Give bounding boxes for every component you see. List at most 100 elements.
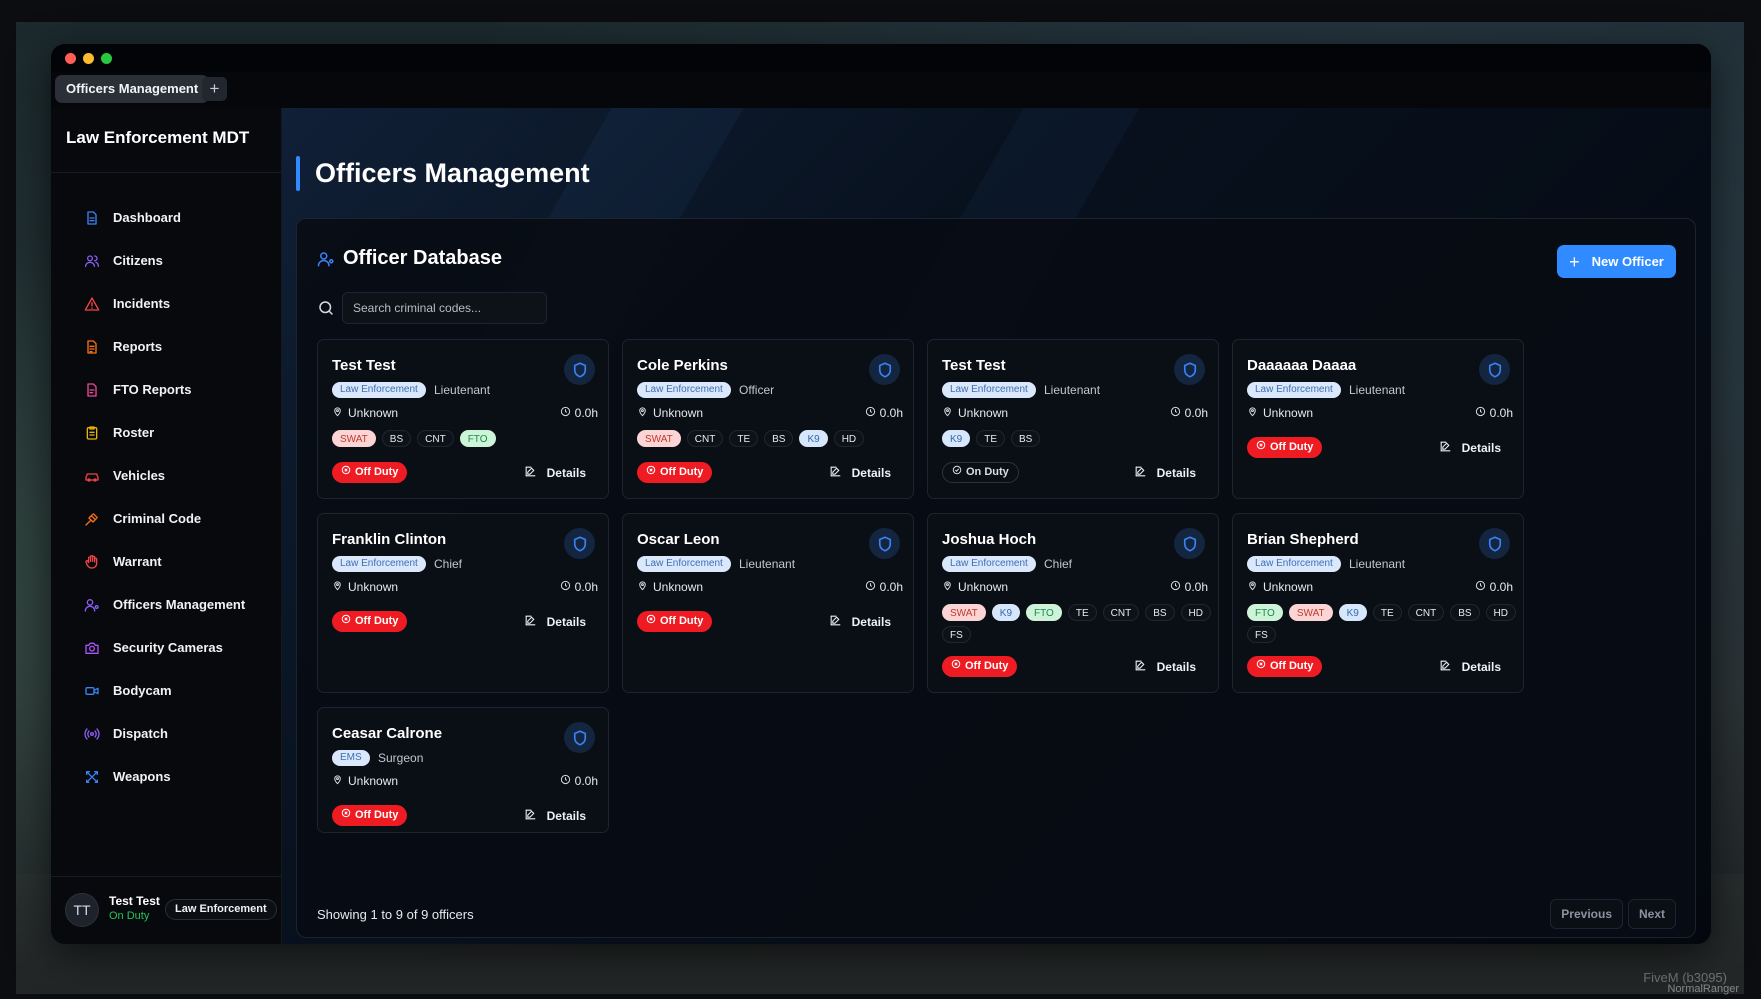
clock-icon <box>560 580 571 594</box>
new-officer-button[interactable]: + New Officer <box>1557 245 1676 278</box>
duty-status-badge: Off Duty <box>1247 437 1323 458</box>
details-button[interactable]: Details <box>524 808 586 824</box>
officer-rank: Surgeon <box>378 751 424 765</box>
department-badge: Law Enforcement <box>942 556 1036 572</box>
details-label: Details <box>1156 466 1196 480</box>
sidebar-item-security-cameras[interactable]: Security Cameras <box>51 626 282 669</box>
sidebar-item-incidents[interactable]: Incidents <box>51 282 282 325</box>
details-button[interactable]: Details <box>524 465 586 481</box>
sidebar-item-vehicles[interactable]: Vehicles <box>51 454 282 497</box>
close-dot[interactable] <box>65 53 76 64</box>
location: Unknown <box>942 580 1008 594</box>
next-button[interactable]: Next <box>1627 899 1676 929</box>
officer-grid: Test Test Law Enforcement Lieutenant Unknow… <box>317 339 1677 839</box>
officer-card[interactable]: Ceasar Calrone EMS Surgeon Unknown 0.0h Off D… <box>317 707 609 833</box>
edit-icon <box>829 614 842 630</box>
sidebar-item-label: FTO Reports <box>113 382 192 397</box>
search-input[interactable] <box>342 292 547 324</box>
officer-card[interactable]: Joshua Hoch Law Enforcement Chief Unknown 0.… <box>927 513 1219 693</box>
details-label: Details <box>546 615 586 629</box>
sidebar-item-warrant[interactable]: Warrant <box>51 540 282 583</box>
details-button[interactable]: Details <box>1134 659 1196 675</box>
sidebar-divider <box>51 172 282 173</box>
edit-icon <box>829 465 842 481</box>
tag-k9: K9 <box>942 430 971 447</box>
tag-te: TE <box>976 430 1006 447</box>
location-text: Unknown <box>653 406 704 420</box>
officer-card[interactable]: Test Test Law Enforcement Lieutenant Unknow… <box>927 339 1219 499</box>
tag-fto: FTO <box>1247 604 1283 621</box>
tab-officers-management[interactable]: Officers Management <box>55 75 210 103</box>
officer-card[interactable]: Brian Shepherd Law Enforcement Lieutenant U… <box>1232 513 1524 693</box>
user-name: Test Test <box>109 894 160 908</box>
details-button[interactable]: Details <box>1439 659 1501 675</box>
location-text: Unknown <box>1263 406 1314 420</box>
check-circle-icon <box>952 463 962 482</box>
certification-tags: SWAT K9 FTO TE CNT BS HD FS <box>942 604 1212 643</box>
officer-card[interactable]: Franklin Clinton Law Enforcement Chief Unkn… <box>317 513 609 693</box>
duty-status-label: Off Duty <box>660 615 704 627</box>
duty-status-label: Off Duty <box>355 466 399 478</box>
user-cog-icon <box>317 250 335 268</box>
officer-rank: Lieutenant <box>1349 383 1406 397</box>
sidebar-item-citizens[interactable]: Citizens <box>51 239 282 282</box>
duty-status-label: Off Duty <box>660 466 704 478</box>
avatar[interactable]: TT <box>65 893 99 927</box>
details-button[interactable]: Details <box>1439 440 1501 456</box>
department-badge: Law Enforcement <box>1247 382 1341 398</box>
tag-k9: K9 <box>991 604 1021 621</box>
officer-name: Ceasar Calrone <box>332 725 443 742</box>
hours: 0.0h <box>1475 580 1513 594</box>
sidebar-item-weapons[interactable]: Weapons <box>51 755 282 798</box>
warning-icon <box>84 296 100 312</box>
location-text: Unknown <box>348 774 399 788</box>
duty-status-badge: Off Duty <box>1247 656 1323 677</box>
hours: 0.0h <box>1170 406 1208 420</box>
sidebar-item-officers-management[interactable]: Officers Management <box>51 583 282 626</box>
department-badge: Law Enforcement <box>332 556 426 572</box>
sidebar-item-label: Citizens <box>113 253 163 268</box>
officer-card[interactable]: Daaaaaa Daaaa Law Enforcement Lieutenant Un… <box>1232 339 1524 499</box>
previous-button[interactable]: Previous <box>1550 899 1623 929</box>
location-text: Unknown <box>958 580 1009 594</box>
x-circle-icon <box>1256 437 1266 458</box>
sidebar-item-bodycam[interactable]: Bodycam <box>51 669 282 712</box>
officer-rank: Officer <box>739 383 775 397</box>
edit-icon <box>1134 465 1147 481</box>
location: Unknown <box>332 406 398 420</box>
clipboard-icon <box>84 425 100 441</box>
officer-card[interactable]: Cole Perkins Law Enforcement Officer Unknow… <box>622 339 914 499</box>
user-panel: TT Test Test On Duty Law Enforcement <box>51 876 282 944</box>
users-icon <box>84 253 100 269</box>
tag-te: TE <box>729 430 759 447</box>
location-pin-icon <box>942 580 953 594</box>
hours: 0.0h <box>865 580 903 594</box>
shield-icon <box>564 528 595 559</box>
details-button[interactable]: Details <box>524 614 586 630</box>
sidebar-item-fto-reports[interactable]: FTO Reports <box>51 368 282 411</box>
sidebar-item-label: Bodycam <box>113 683 172 698</box>
minimize-dot[interactable] <box>83 53 94 64</box>
sidebar-item-roster[interactable]: Roster <box>51 411 282 454</box>
sidebar-item-dispatch[interactable]: Dispatch <box>51 712 282 755</box>
sidebar-item-criminal-code[interactable]: Criminal Code <box>51 497 282 540</box>
hours-text: 0.0h <box>1184 406 1208 420</box>
sidebar-item-label: Dispatch <box>113 726 168 741</box>
hours-text: 0.0h <box>879 406 903 420</box>
officer-card[interactable]: Test Test Law Enforcement Lieutenant Unknow… <box>317 339 609 499</box>
sidebar: Law Enforcement MDT Dashboard Citizens Inc… <box>51 108 282 944</box>
clock-icon <box>865 406 876 420</box>
details-button[interactable]: Details <box>829 614 891 630</box>
details-button[interactable]: Details <box>1134 465 1196 481</box>
sidebar-item-reports[interactable]: Reports <box>51 325 282 368</box>
shield-icon <box>564 722 595 753</box>
officer-rank: Lieutenant <box>434 383 491 397</box>
maximize-dot[interactable] <box>101 53 112 64</box>
officer-card[interactable]: Oscar Leon Law Enforcement Lieutenant Unkno… <box>622 513 914 693</box>
details-button[interactable]: Details <box>829 465 891 481</box>
add-tab-button[interactable]: + <box>202 77 227 101</box>
video-icon <box>84 683 100 699</box>
search-icon <box>317 299 335 317</box>
hours: 0.0h <box>560 774 598 788</box>
sidebar-item-dashboard[interactable]: Dashboard <box>51 196 282 239</box>
